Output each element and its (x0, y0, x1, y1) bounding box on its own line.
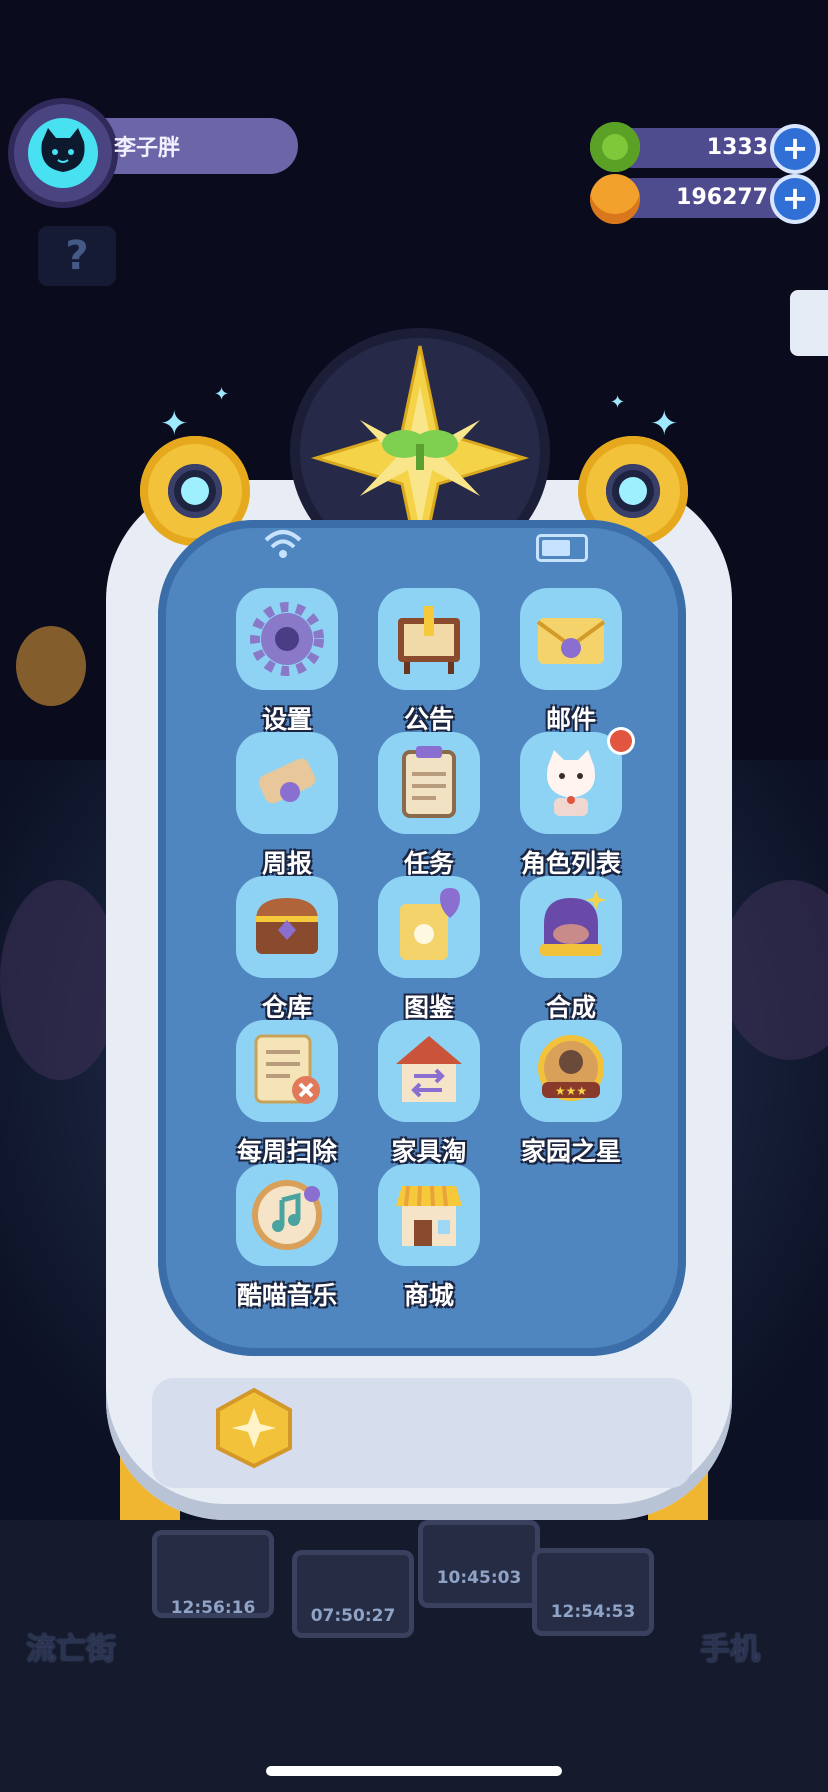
app-tile[interactable] (520, 588, 622, 690)
sparkle-icon: ✦ (610, 392, 626, 413)
timer-text: 12:54:53 (550, 1602, 636, 1622)
player-name: 李子胖 (114, 136, 181, 161)
book-heart-icon (400, 888, 460, 960)
background-character (16, 626, 86, 706)
app-tile[interactable] (236, 876, 338, 978)
timer-text: 12:56:16 (170, 1598, 256, 1618)
app-tile[interactable] (236, 732, 338, 834)
add-gems-button[interactable]: + (774, 128, 816, 170)
sparkle-hex-button[interactable] (212, 1386, 296, 1470)
phone-button[interactable]: 手机 (700, 1624, 760, 1668)
app-house-swap-button[interactable]: 家具淘 (354, 1020, 504, 1168)
app-clipboard-button[interactable]: 任务 (354, 732, 504, 880)
app-label: 设置 (261, 705, 312, 734)
app-label: 家园之星 (520, 1137, 621, 1166)
svg-text:★★★: ★★★ (555, 1084, 587, 1098)
app-tile[interactable] (378, 1020, 480, 1122)
house-swap-icon (396, 1036, 462, 1102)
clipboard-icon (402, 746, 456, 818)
treasure-chest-icon (256, 898, 318, 954)
notification-dot (610, 730, 632, 752)
side-drawer-tab[interactable] (790, 290, 828, 356)
app-book-heart-button[interactable]: 图鉴 (354, 876, 504, 1024)
app-shop-button[interactable]: 商城 (354, 1164, 504, 1312)
timer-slot[interactable] (532, 1548, 654, 1636)
app-label: 酷喵音乐 (236, 1281, 337, 1310)
app-tile[interactable] (378, 588, 480, 690)
add-coins-button[interactable]: + (774, 178, 816, 220)
timer-slot[interactable] (418, 1520, 540, 1608)
shop-icon (396, 1185, 462, 1246)
help-button[interactable]: ? (38, 226, 116, 286)
app-checklist-button[interactable]: 每周扫除 (212, 1020, 362, 1168)
app-label: 合成 (545, 993, 596, 1022)
notice-board-icon (398, 606, 460, 674)
cat-character-icon (546, 750, 596, 816)
app-tile[interactable] (236, 1020, 338, 1122)
battery-icon (536, 534, 588, 562)
app-label: 商城 (403, 1281, 454, 1310)
music-disc-icon (252, 1180, 322, 1250)
app-label: 仓库 (261, 993, 312, 1022)
sparkle-icon: ✦ (650, 404, 679, 444)
app-envelope-button[interactable]: 邮件 (496, 588, 646, 736)
timer-text: 10:45:03 (436, 1568, 522, 1588)
app-tile[interactable] (378, 876, 480, 978)
checklist-icon (254, 1034, 320, 1104)
app-tile[interactable] (378, 732, 480, 834)
app-treasure-chest-button[interactable]: 仓库 (212, 876, 362, 1024)
green-donut-icon (590, 122, 640, 172)
app-tile[interactable] (378, 1164, 480, 1266)
app-tile[interactable] (520, 876, 622, 978)
app-label: 角色列表 (520, 849, 621, 878)
app-gear-button[interactable]: 设置 (212, 588, 362, 736)
background-decoration (0, 880, 120, 1080)
sparkle-icon: ✦ (214, 384, 230, 405)
envelope-icon (536, 618, 606, 664)
timer-text: 07:50:27 (310, 1606, 396, 1626)
app-label: 图鉴 (403, 993, 454, 1022)
app-tile[interactable] (236, 1164, 338, 1266)
app-label: 周报 (261, 849, 312, 878)
app-music-disc-button[interactable]: 酷喵音乐 (212, 1164, 362, 1312)
app-scroll-button[interactable]: 周报 (212, 732, 362, 880)
wifi-icon (262, 526, 304, 568)
exile-street-button[interactable]: 流亡街 (26, 1624, 116, 1668)
app-notice-board-button[interactable]: 公告 (354, 588, 504, 736)
planet-coin-icon (590, 174, 640, 224)
crystal-dome-icon (540, 890, 607, 956)
app-label: 家具淘 (391, 1137, 467, 1166)
star-badge-icon: ★★★ (538, 1035, 604, 1101)
scroll-icon (258, 758, 316, 804)
app-label: 任务 (403, 849, 454, 878)
app-label: 每周扫除 (236, 1137, 337, 1166)
app-cat-character-button[interactable]: 角色列表 (496, 730, 646, 880)
app-tile[interactable]: ★★★ (520, 1020, 622, 1122)
phone-pupil-right (619, 477, 647, 505)
gear-icon (250, 602, 324, 676)
home-indicator (266, 1766, 562, 1776)
app-tile[interactable] (520, 730, 632, 834)
app-tile[interactable] (236, 588, 338, 690)
app-star-badge-button[interactable]: ★★★ 家园之星 (496, 1020, 646, 1168)
app-crystal-dome-button[interactable]: 合成 (496, 876, 646, 1024)
avatar[interactable] (28, 118, 98, 188)
phone-pupil-left (181, 477, 209, 505)
app-label: 公告 (403, 705, 454, 734)
cat-face-icon (41, 128, 85, 172)
